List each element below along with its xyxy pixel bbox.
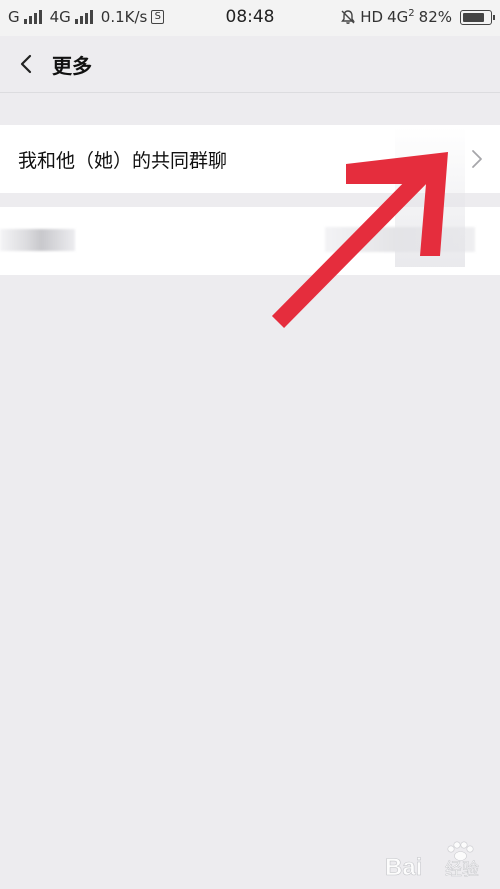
blurred-label bbox=[0, 229, 75, 251]
page-title: 更多 bbox=[52, 54, 92, 78]
status-bar: G 4G 0.1K/s S 08:48 HD 4G2 82% bbox=[0, 0, 500, 36]
network-type-sub: 2 bbox=[408, 8, 415, 19]
baidu-watermark: Bai 经验 bbox=[385, 841, 479, 881]
network-type: 4G2 bbox=[387, 8, 415, 26]
battery-fill bbox=[463, 12, 484, 22]
chevron-right-icon bbox=[472, 150, 482, 168]
watermark-brand-tail: 经验 bbox=[445, 860, 479, 880]
obscured-list-item[interactable] bbox=[0, 127, 500, 275]
network-type-label: 4G bbox=[387, 8, 409, 26]
nav-header: 更多 bbox=[0, 36, 500, 93]
paw-icon bbox=[447, 841, 474, 861]
common-group-chats-label: 我和他（她）的共同群聊 bbox=[18, 150, 228, 172]
chevron-left-icon[interactable] bbox=[14, 50, 42, 78]
battery-icon bbox=[460, 9, 495, 25]
hd-label: HD bbox=[360, 8, 384, 26]
watermark-brand: Bai bbox=[385, 854, 422, 881]
mute-bell-icon bbox=[341, 10, 356, 24]
blur-overlay bbox=[395, 127, 465, 267]
battery-percent: 82% bbox=[418, 8, 452, 26]
status-right: HD 4G2 82% bbox=[340, 8, 495, 26]
